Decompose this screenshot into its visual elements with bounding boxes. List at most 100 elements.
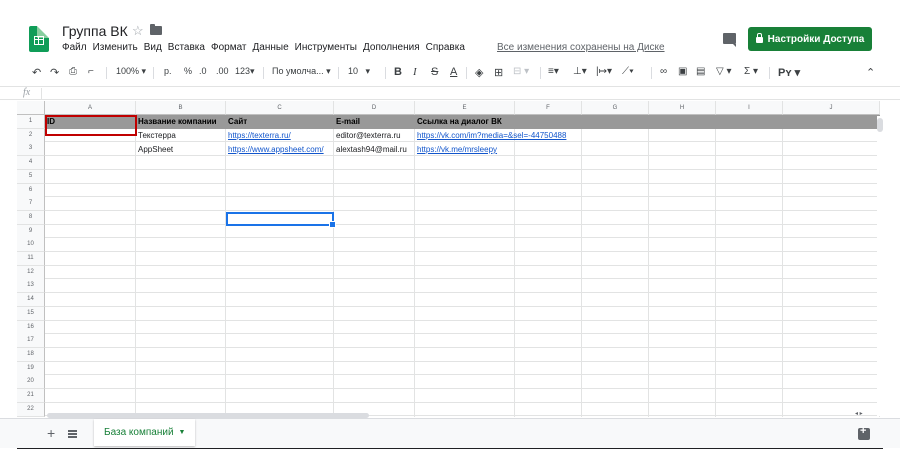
font-size-select[interactable]: 10 ▾ [348,66,370,77]
zoom-select[interactable]: 100% ▾ [116,66,146,77]
font-select[interactable]: По умолча... ▾ [272,66,331,77]
column-header-c[interactable]: C [226,101,334,115]
wrap-text-icon[interactable]: |↦▾ [596,66,612,77]
comment-history-icon[interactable] [723,33,736,47]
row-header-20[interactable]: 20 [17,375,45,390]
borders-icon[interactable]: ⊞ [494,66,503,79]
scroll-arrows-icon[interactable]: ◂ ▸ [855,410,863,417]
row-header-13[interactable]: 13 [17,279,45,294]
cell-d1[interactable]: E-mail [334,115,415,129]
bold-button[interactable]: B [394,66,402,78]
insert-chart-icon[interactable]: ▤ [696,66,705,77]
decrease-decimal-button[interactable]: .0 [199,66,207,76]
vertical-scroll-thumb[interactable] [877,118,883,132]
row-header-3[interactable]: 3 [17,142,45,157]
column-header-d[interactable]: D [334,101,415,115]
formula-bar[interactable]: fx [0,86,900,100]
select-all-corner[interactable] [17,101,45,115]
cell-e2[interactable]: https://vk.com/im?media=&sel=-44750488 [415,129,585,143]
row-header-4[interactable]: 4 [17,156,45,171]
percent-format-button[interactable]: % [184,66,192,76]
italic-button[interactable]: I [413,66,417,78]
merge-cells-icon[interactable]: ⊟ ▾ [513,66,529,77]
cell-c3[interactable]: https://www.appsheet.com/ [226,143,334,157]
row-header-2[interactable]: 2 [17,128,45,143]
column-header-h[interactable]: H [649,101,716,115]
text-rotation-icon[interactable]: ⟋▾ [622,66,634,77]
menu-data[interactable]: Данные [253,42,289,53]
share-button[interactable]: Настройки Доступа [748,27,872,51]
menu-addons[interactable]: Дополнения [363,42,420,53]
row-header-7[interactable]: 7 [17,197,45,212]
more-formats-button[interactable]: 123▾ [235,66,255,77]
row-header-14[interactable]: 14 [17,293,45,308]
functions-icon[interactable]: Σ ▾ [744,66,758,77]
column-header-e[interactable]: E [415,101,515,115]
row-header-6[interactable]: 6 [17,183,45,198]
vertical-scrollbar[interactable] [877,116,883,416]
column-header-b[interactable]: B [136,101,226,115]
increase-decimal-button[interactable]: .00 [216,66,229,76]
row-header-5[interactable]: 5 [17,169,45,184]
collapse-menu-icon[interactable]: ⌃ [866,66,875,79]
row-header-22[interactable]: 22 [17,402,45,417]
insert-link-icon[interactable]: ∞ [660,66,667,77]
row-header-17[interactable]: 17 [17,334,45,349]
row-header-12[interactable]: 12 [17,265,45,280]
row-header-9[interactable]: 9 [17,224,45,239]
cell-d2[interactable]: editor@texterra.ru [334,129,415,143]
cell-e3[interactable]: https://vk.me/mrsleepy [415,143,565,157]
column-header-f[interactable]: F [515,101,582,115]
menu-tools[interactable]: Инструменты [295,42,357,53]
undo-icon[interactable]: ↶ [32,66,41,79]
spreadsheet-grid[interactable]: A B C D E F G H I J 1 2 3 4 5 6 7 8 9 10 11 12 13 14 15 16 17 18 19 2… [17,101,880,417]
paint-format-icon[interactable]: ⌐ [88,66,94,77]
cell-c1[interactable]: Сайт [226,115,334,129]
menu-format[interactable]: Формат [211,42,247,53]
cell-b3[interactable]: AppSheet [136,143,226,157]
align-horizontal-icon[interactable]: ≡▾ [548,66,559,77]
menu-insert[interactable]: Вставка [168,42,205,53]
cell-e1[interactable]: Ссылка на диалог ВК [415,115,565,129]
strikethrough-button[interactable]: S [431,66,438,78]
filter-icon[interactable]: ▽ ▾ [716,66,732,77]
row-header-16[interactable]: 16 [17,320,45,335]
menu-edit[interactable]: Изменить [93,42,138,53]
menu-view[interactable]: Вид [144,42,162,53]
row-header-19[interactable]: 19 [17,361,45,376]
text-color-button[interactable]: A [450,66,457,78]
row-header-1[interactable]: 1 [17,115,45,129]
active-cell-selection[interactable] [226,212,336,228]
cell-d3[interactable]: alextash94@mail.ru [334,143,415,157]
row-header-10[interactable]: 10 [17,238,45,253]
row-header-8[interactable]: 8 [17,210,45,225]
cell-b1[interactable]: Название компании [136,115,226,129]
column-header-i[interactable]: I [716,101,783,115]
column-header-g[interactable]: G [582,101,649,115]
menu-help[interactable]: Справка [426,42,465,53]
cell-c2[interactable]: https://texterra.ru/ [226,129,334,143]
chevron-down-icon[interactable]: ▼ [179,429,186,436]
redo-icon[interactable]: ↷ [50,66,59,79]
cell-b2[interactable]: Текстерра [136,129,226,143]
row-header-15[interactable]: 15 [17,306,45,321]
row-header-21[interactable]: 21 [17,389,45,403]
folder-icon[interactable] [150,24,162,35]
fill-color-icon[interactable]: ◈ [475,66,483,79]
star-icon[interactable]: ☆ [132,23,144,39]
sheet-tab-active[interactable]: База компаний ▼ [94,419,195,446]
currency-format-button[interactable]: р. [164,66,172,76]
column-header-a[interactable]: A [45,101,136,115]
add-sheet-button[interactable]: + [47,425,55,441]
save-status-link[interactable]: Все изменения сохранены на Диске [497,42,665,53]
all-sheets-icon[interactable] [68,430,77,438]
align-vertical-icon[interactable]: ⊥▾ [573,66,587,77]
insert-comment-icon[interactable]: ▣ [678,66,687,77]
sheets-logo-icon[interactable] [29,26,49,52]
row-header-18[interactable]: 18 [17,347,45,362]
input-tools-icon[interactable]: Рʏ ▾ [778,66,800,79]
print-icon[interactable]: ⎙ [69,66,77,77]
row-header-11[interactable]: 11 [17,252,45,266]
document-title[interactable]: Группа ВК [62,23,128,39]
explore-icon[interactable] [858,425,870,440]
